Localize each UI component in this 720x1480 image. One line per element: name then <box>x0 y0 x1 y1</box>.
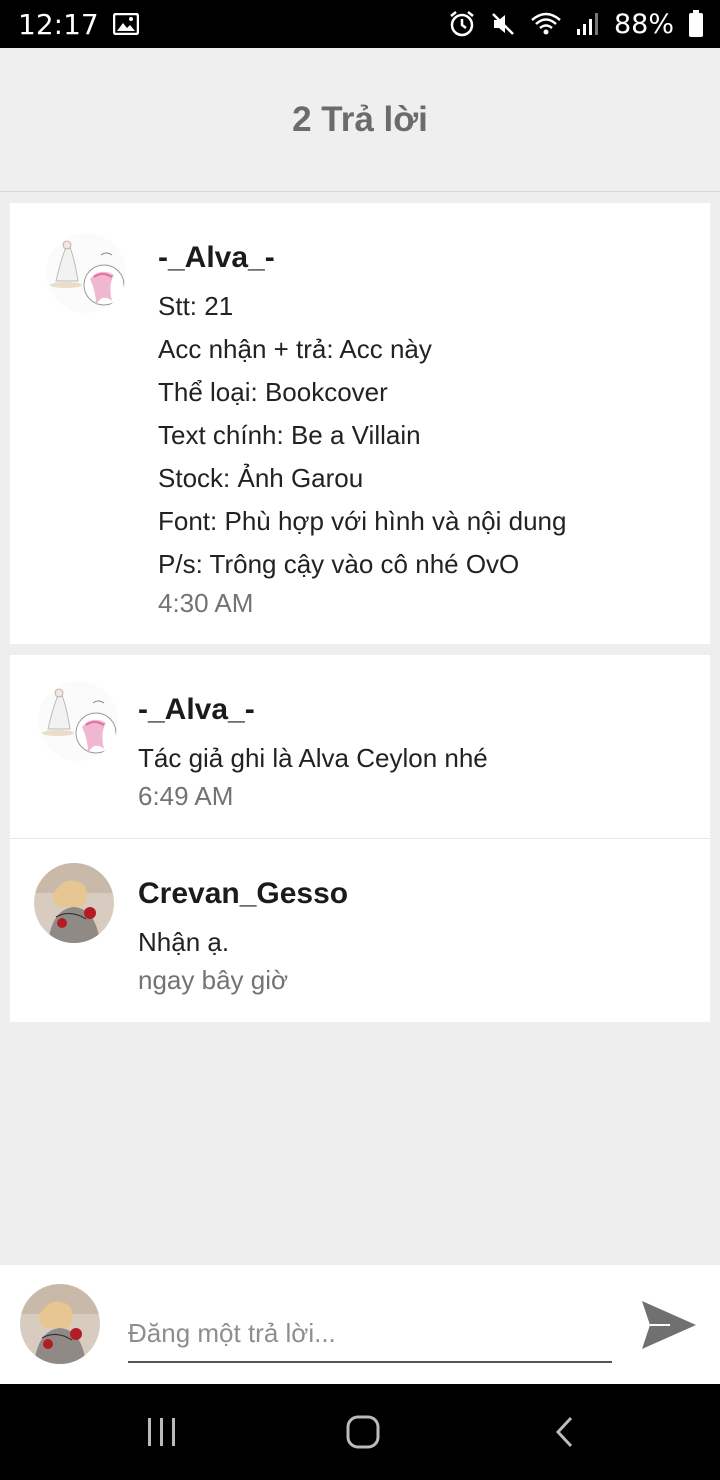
comment-line: Text chính: Be a Villain <box>158 420 421 450</box>
comment-line: Stt: 21 <box>158 291 234 321</box>
recent-apps-button[interactable] <box>142 1412 182 1452</box>
comment-time: 4:30 AM <box>158 588 254 618</box>
reply-time: ngay bây giờ <box>138 965 289 995</box>
avatar[interactable] <box>34 863 114 943</box>
reply-text: Nhận ạ. <box>138 927 230 957</box>
alarm-icon <box>448 10 476 38</box>
avatar[interactable] <box>46 233 126 313</box>
compose-bar <box>0 1265 720 1384</box>
send-button[interactable] <box>640 1297 698 1353</box>
send-icon <box>642 1301 696 1349</box>
battery-percent: 88% <box>613 8 674 40</box>
reply-time: 6:49 AM <box>138 781 234 811</box>
reply-author[interactable]: Crevan_Gesso <box>138 877 348 911</box>
avatar <box>20 1284 100 1364</box>
back-button[interactable] <box>545 1412 585 1452</box>
back-icon <box>555 1416 573 1448</box>
replies-list: -_Alva_- Tác giả ghi là Alva Ceylon nhé … <box>10 655 710 1022</box>
reply-text: Tác giả ghi là Alva Ceylon nhé <box>138 743 488 773</box>
comment-line: Acc nhận + trả: Acc này <box>158 334 432 364</box>
main-comment: -_Alva_- Stt: 21 Acc nhận + trả: Acc này… <box>10 203 710 644</box>
reply-input[interactable] <box>128 1305 612 1363</box>
header: 2 Trả lời <box>0 48 720 192</box>
divider <box>10 838 710 839</box>
image-icon <box>112 13 139 35</box>
home-button[interactable] <box>343 1412 383 1452</box>
page-title: 2 Trả lời <box>292 99 428 139</box>
status-time: 12:17 <box>18 7 99 41</box>
avatar[interactable] <box>38 681 118 761</box>
wifi-icon <box>530 11 562 37</box>
comment-line: P/s: Trông cậy vào cô nhé OvO <box>158 549 520 579</box>
comment-line: Font: Phù hợp với hình và nội dung <box>158 506 567 536</box>
battery-icon <box>688 10 704 38</box>
comment-line: Thể loại: Bookcover <box>158 377 388 407</box>
mute-icon <box>490 11 516 37</box>
comment-line: Stock: Ảnh Garou <box>158 463 364 493</box>
status-bar: 12:17 88% <box>0 0 720 48</box>
author-name[interactable]: -_Alva_- <box>158 241 275 275</box>
recent-apps-icon <box>148 1418 175 1446</box>
reply-author[interactable]: -_Alva_- <box>138 693 255 727</box>
signal-icon <box>576 11 600 37</box>
navigation-bar <box>0 1384 720 1480</box>
home-icon <box>346 1415 380 1449</box>
